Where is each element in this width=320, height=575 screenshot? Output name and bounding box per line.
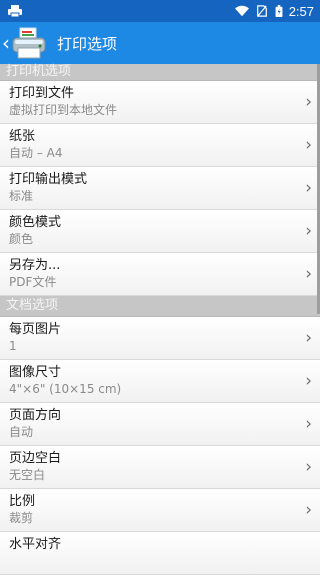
option-title: 图像尺寸 [9,365,62,380]
option-output-mode[interactable]: 打印输出模式 标准 › [0,167,320,210]
option-value: 自动 – A4 [9,146,63,160]
option-title: 页边空白 [9,451,62,466]
printer-notification-icon [8,5,22,17]
option-value: 裁剪 [9,511,34,525]
status-time: 2:57 [288,3,314,19]
app-bar: ‹ 打印选项 [0,22,320,64]
option-value: 1 [9,339,17,353]
option-value: PDF文件 [9,275,57,289]
battery-icon [275,5,283,17]
back-button[interactable]: ‹ [0,22,47,64]
option-title: 颜色模式 [9,215,62,230]
option-value: 虚拟打印到本地文件 [9,103,118,117]
option-title: 比例 [9,494,36,509]
chevron-right-icon: › [305,264,312,284]
option-value: 4"×6" (10×15 cm) [9,382,122,396]
option-margins[interactable]: 页边空白 无空白 › [0,446,320,489]
chevron-right-icon: › [305,221,312,241]
option-value: 自动 [9,425,34,439]
chevron-right-icon: › [305,328,312,348]
option-image-size[interactable]: 图像尺寸 4"×6" (10×15 cm) › [0,360,320,403]
section-header-printer: 打印机选项 [0,64,320,81]
option-orientation[interactable]: 页面方向 自动 › [0,403,320,446]
option-color-mode[interactable]: 颜色模式 颜色 › [0,210,320,253]
option-scale[interactable]: 比例 裁剪 › [0,489,320,532]
wifi-icon [234,5,249,17]
printer-icon [12,27,46,59]
chevron-right-icon: › [305,178,312,198]
option-title: 页面方向 [9,408,62,423]
chevron-right-icon: › [305,414,312,434]
options-list: 打印机选项 打印到文件 虚拟打印到本地文件 › 纸张 自动 – A4 › 打印输… [0,64,320,575]
option-value: 标准 [9,189,34,203]
option-save-as[interactable]: 另存为... PDF文件 › [0,253,320,296]
chevron-right-icon: › [305,500,312,520]
option-title: 打印到文件 [9,86,75,101]
page-title: 打印选项 [57,34,118,53]
option-title: 每页图片 [9,322,62,337]
option-value: 颜色 [9,232,34,246]
section-header-document: 文档选项 [0,296,320,317]
option-paper[interactable]: 纸张 自动 – A4 › [0,124,320,167]
option-horizontal-align[interactable]: 水平对齐 [0,532,320,575]
option-title: 纸张 [9,129,36,144]
option-title: 水平对齐 [9,537,62,552]
option-images-per-page[interactable]: 每页图片 1 › [0,317,320,360]
chevron-right-icon: › [305,371,312,391]
option-title: 另存为... [9,258,61,273]
status-bar: 2:57 [0,0,320,22]
option-value: 无空白 [9,468,46,482]
no-sim-icon [256,5,267,17]
option-title: 打印输出模式 [9,172,88,187]
option-print-to-file[interactable]: 打印到文件 虚拟打印到本地文件 › [0,81,320,124]
chevron-right-icon: › [305,135,312,155]
chevron-right-icon: › [305,92,312,112]
chevron-right-icon: › [305,457,312,477]
chevron-left-icon: ‹ [2,31,10,55]
